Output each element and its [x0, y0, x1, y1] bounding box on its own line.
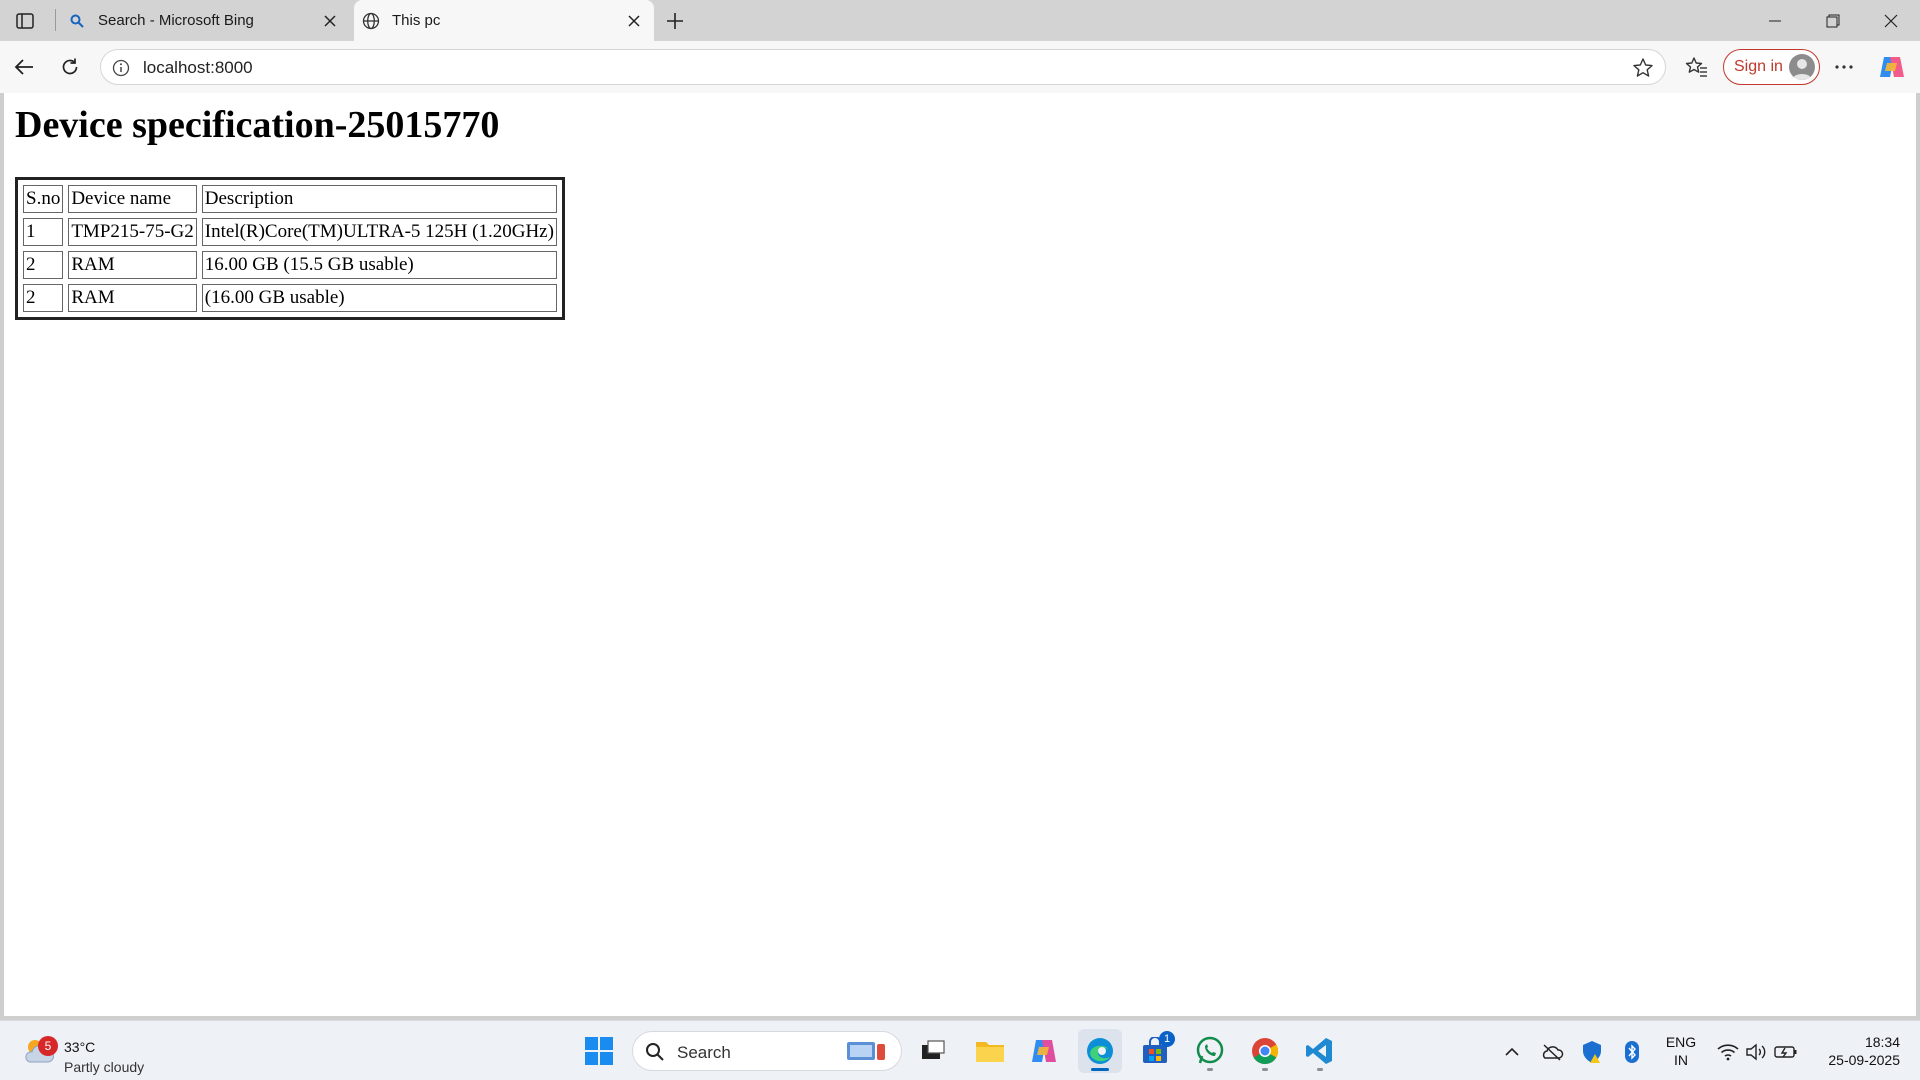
edge-browser-icon[interactable] [1078, 1029, 1122, 1073]
weather-temperature: 33°C [64, 1039, 96, 1055]
bluetooth-icon[interactable] [1618, 1039, 1646, 1065]
table-cell: RAM [68, 284, 197, 312]
table-cell: TMP215-75-G2 [68, 218, 197, 246]
browser-toolbar: localhost:8000 Sign in [0, 41, 1920, 93]
restore-button[interactable] [1804, 0, 1862, 41]
page-viewport: Device specification-25015770 S.no Devic… [4, 93, 1916, 1016]
language-code: ENG [1665, 1034, 1697, 1050]
chrome-icon[interactable] [1243, 1029, 1287, 1073]
info-icon[interactable] [111, 58, 131, 78]
region-code: IN [1674, 1052, 1688, 1068]
favorite-star-icon[interactable] [1631, 56, 1655, 80]
taskbar-search[interactable]: Search [632, 1031, 902, 1071]
table-cell: 16.00 GB (15.5 GB usable) [201, 251, 557, 279]
copilot-app-icon[interactable] [1022, 1029, 1066, 1073]
sign-in-label: Sign in [1734, 58, 1783, 75]
tab-divider [55, 9, 56, 31]
close-icon[interactable] [316, 7, 344, 35]
weather-widget[interactable]: 5 33°C Partly cloudy [20, 1029, 170, 1075]
copilot-icon[interactable] [1874, 50, 1910, 84]
table-header-row: S.no Device name Description [23, 185, 557, 213]
notification-badge: 1 [1159, 1031, 1175, 1047]
close-icon[interactable] [620, 7, 648, 35]
table-cell: 1 [23, 218, 64, 246]
new-tab-button[interactable] [660, 7, 690, 35]
table-cell: RAM [68, 251, 197, 279]
clock-date: 25-09-2025 [1828, 1052, 1900, 1068]
close-window-button[interactable] [1862, 0, 1920, 41]
taskbar-search-label: Search [677, 1043, 731, 1062]
input-language[interactable]: ENG IN [1664, 1033, 1698, 1069]
more-options-icon[interactable] [1826, 50, 1862, 84]
table-cell: Intel(R)Core(TM)ULTRA-5 125H (1.20GHz) [201, 218, 557, 246]
column-header: Device name [68, 185, 197, 213]
tab-bar: Search - Microsoft Bing This pc [0, 0, 1920, 41]
avatar-icon [1789, 54, 1815, 80]
active-app-indicator [1091, 1068, 1109, 1071]
table-cell: (16.00 GB usable) [201, 284, 557, 312]
running-app-indicator [1262, 1068, 1268, 1071]
back-button[interactable] [6, 50, 42, 84]
battery-charging-icon[interactable] [1772, 1039, 1800, 1065]
favorites-icon[interactable] [1679, 50, 1715, 84]
column-header: Description [201, 185, 557, 213]
table-row: 2 RAM (16.00 GB usable) [23, 284, 557, 312]
page-title: Device specification-25015770 [15, 104, 500, 146]
whatsapp-icon[interactable] [1188, 1029, 1232, 1073]
sign-in-button[interactable]: Sign in [1723, 49, 1820, 85]
wifi-icon[interactable] [1714, 1039, 1742, 1065]
search-icon [66, 10, 88, 32]
tab-title: Search - Microsoft Bing [98, 12, 254, 29]
start-button[interactable] [577, 1029, 621, 1073]
system-clock[interactable]: 18:34 25-09-2025 [1816, 1033, 1900, 1069]
table-row: 2 RAM 16.00 GB (15.5 GB usable) [23, 251, 557, 279]
tab-actions-icon[interactable] [10, 8, 40, 34]
device-spec-table: S.no Device name Description 1 TMP215-75… [15, 177, 565, 320]
chevron-up-icon[interactable] [1498, 1039, 1526, 1065]
table-row: 1 TMP215-75-G2 Intel(R)Core(TM)ULTRA-5 1… [23, 218, 557, 246]
table-cell: 2 [23, 284, 64, 312]
refresh-button[interactable] [52, 50, 88, 84]
volume-icon[interactable] [1742, 1039, 1770, 1065]
taskbar: 5 33°C Partly cloudy Search 1 ENG IN 18:… [0, 1020, 1920, 1080]
microsoft-store-icon[interactable]: 1 [1133, 1029, 1177, 1073]
table-cell: 2 [23, 251, 64, 279]
running-app-indicator [1317, 1068, 1323, 1071]
search-highlight-icon [845, 1038, 889, 1071]
tab-bing-search[interactable]: Search - Microsoft Bing [60, 0, 350, 41]
weather-alert-badge: 5 [38, 1036, 58, 1056]
weather-condition: Partly cloudy [64, 1059, 145, 1075]
security-shield-icon[interactable] [1578, 1039, 1606, 1065]
address-bar[interactable]: localhost:8000 [100, 49, 1666, 85]
column-header: S.no [23, 185, 64, 213]
task-view-icon[interactable] [911, 1029, 955, 1073]
address-url[interactable]: localhost:8000 [143, 58, 253, 78]
file-explorer-icon[interactable] [968, 1029, 1012, 1073]
running-app-indicator [1207, 1068, 1213, 1071]
tab-title: This pc [392, 12, 441, 29]
globe-icon [360, 10, 382, 32]
minimize-button[interactable] [1746, 0, 1804, 41]
onedrive-offline-icon[interactable] [1538, 1039, 1566, 1065]
tab-this-pc[interactable]: This pc [354, 0, 654, 41]
vscode-icon[interactable] [1298, 1029, 1342, 1073]
clock-time: 18:34 [1864, 1034, 1900, 1050]
search-icon [645, 1042, 665, 1067]
